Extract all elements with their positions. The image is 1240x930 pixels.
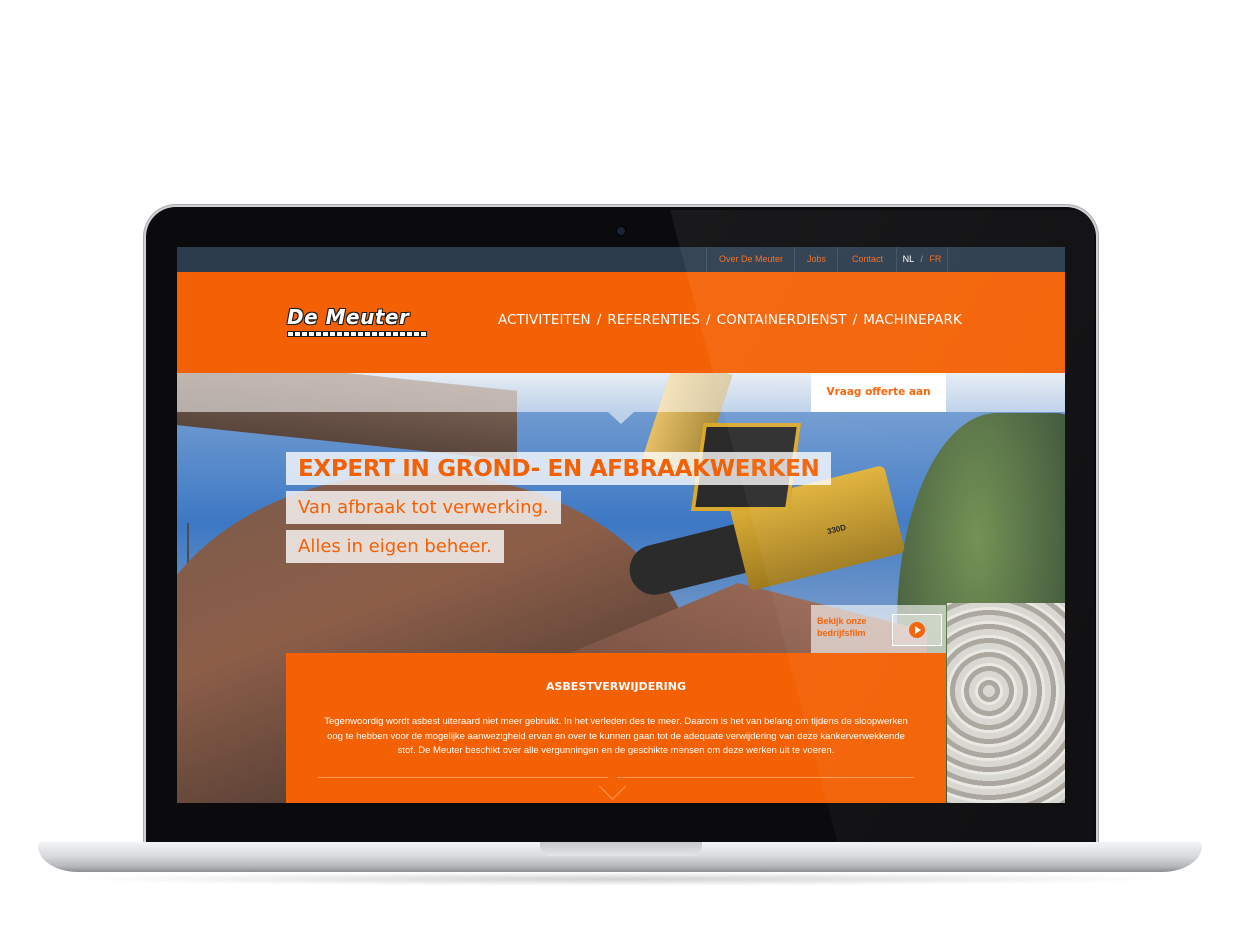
play-button[interactable] (892, 614, 942, 646)
hero-tagline: EXPERT IN GROND- EN AFBRAAKWERKEN Van af… (286, 452, 832, 569)
laptop-notch (540, 842, 702, 856)
nav-machinepark[interactable]: MACHINEPARK (863, 312, 962, 328)
play-triangle (915, 626, 921, 634)
hero-banner: 330D Vraag offerte aan EXPERT IN GROND- … (177, 373, 1065, 803)
lang-fr[interactable]: FR (929, 254, 941, 264)
info-title: ASBESTVERWIJDERING (545, 680, 687, 693)
request-quote-button[interactable]: Vraag offerte aan (811, 373, 946, 412)
nav-separator: / (706, 312, 711, 328)
language-switcher: NL / FR (896, 247, 948, 272)
camera-icon (617, 227, 625, 235)
topbar-link-about[interactable]: Over De Meuter (706, 247, 795, 272)
nav-separator: / (852, 312, 858, 328)
website-screen: Over De Meuter Jobs Contact NL / FR De M… (177, 247, 1065, 803)
topbar-link-contact[interactable]: Contact (837, 247, 897, 272)
nav-referenties[interactable]: REFERENTIES (607, 312, 700, 328)
topbar-link-jobs[interactable]: Jobs (794, 247, 838, 272)
activity-info-panel: ASBESTVERWIJDERING Tegenwoordig wordt as… (286, 653, 946, 803)
logo-stripe (287, 331, 427, 337)
hero-headline: EXPERT IN GROND- EN AFBRAAKWERKEN (286, 452, 832, 485)
site-header: De Meuter ACTIVITEITEN / REFERENTIES / CONTA… (177, 272, 1065, 373)
hero-notch (608, 412, 634, 424)
logo-wordmark: De Meuter (287, 305, 410, 329)
lang-nl[interactable]: NL (903, 254, 914, 264)
hero-subline-1: Van afbraak tot verwerking. (286, 491, 561, 524)
hero-subline-2: Alles in eigen beheer. (286, 530, 504, 563)
info-body: Tegenwoordig wordt asbest uiteraard niet… (324, 716, 908, 756)
main-navigation: ACTIVITEITEN / REFERENTIES / CONTAINERDIENST… (498, 312, 962, 332)
laptop-shadow (60, 872, 1180, 886)
film-label: Bekijk onze bedrijfsfilm (817, 616, 867, 638)
hero-rubble-stones (947, 603, 1065, 803)
company-logo[interactable]: De Meuter (287, 305, 427, 339)
top-utility-bar: Over De Meuter Jobs Contact NL / FR (177, 247, 1065, 272)
company-film-widget[interactable]: Bekijk onze bedrijfsfilm (811, 605, 946, 653)
nav-activiteiten[interactable]: ACTIVITEITEN (498, 312, 591, 328)
lang-separator: / (920, 254, 923, 264)
nav-separator: / (596, 312, 602, 328)
nav-containerdienst[interactable]: CONTAINERDIENST (717, 312, 847, 328)
